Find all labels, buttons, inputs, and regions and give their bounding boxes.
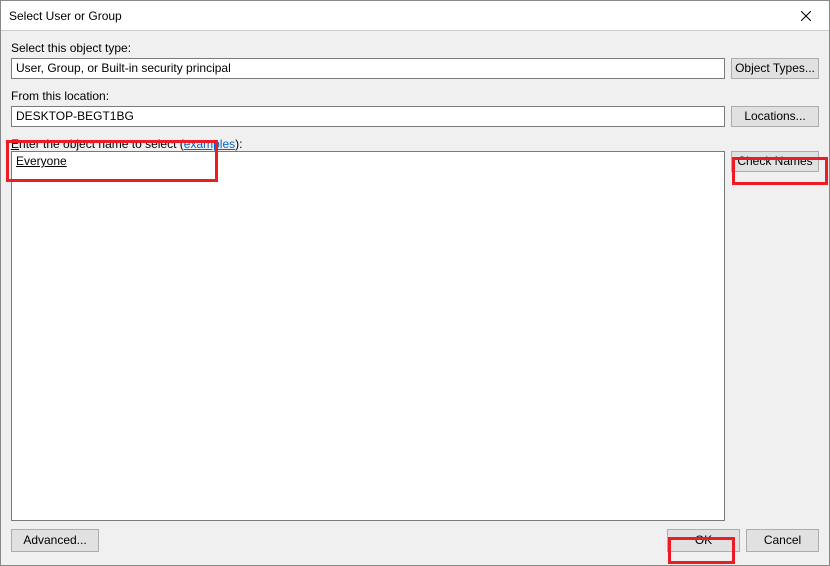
titlebar: Select User or Group [1,1,829,31]
dialog-content: Select this object type: User, Group, or… [1,31,829,565]
object-types-button[interactable]: Object Types... [731,58,819,79]
from-location-label: From this location: [11,89,819,103]
advanced-button[interactable]: Advanced... [11,529,99,552]
object-name-input[interactable]: Everyone [11,151,725,521]
location-field: DESKTOP-BEGT1BG [11,106,725,127]
enter-name-label: Enter the object name to select (example… [11,137,819,151]
close-icon [801,11,811,21]
select-user-group-dialog: Select User or Group Select this object … [0,0,830,566]
footer: Advanced... OK Cancel [11,521,819,552]
ok-button[interactable]: OK [667,529,740,552]
cancel-button[interactable]: Cancel [746,529,819,552]
examples-link[interactable]: examples [184,137,235,151]
locations-button[interactable]: Locations... [731,106,819,127]
object-type-field: User, Group, or Built-in security princi… [11,58,725,79]
dialog-title: Select User or Group [9,9,783,23]
close-button[interactable] [783,1,829,31]
object-type-label: Select this object type: [11,41,819,55]
check-names-button[interactable]: Check Names [731,151,819,172]
